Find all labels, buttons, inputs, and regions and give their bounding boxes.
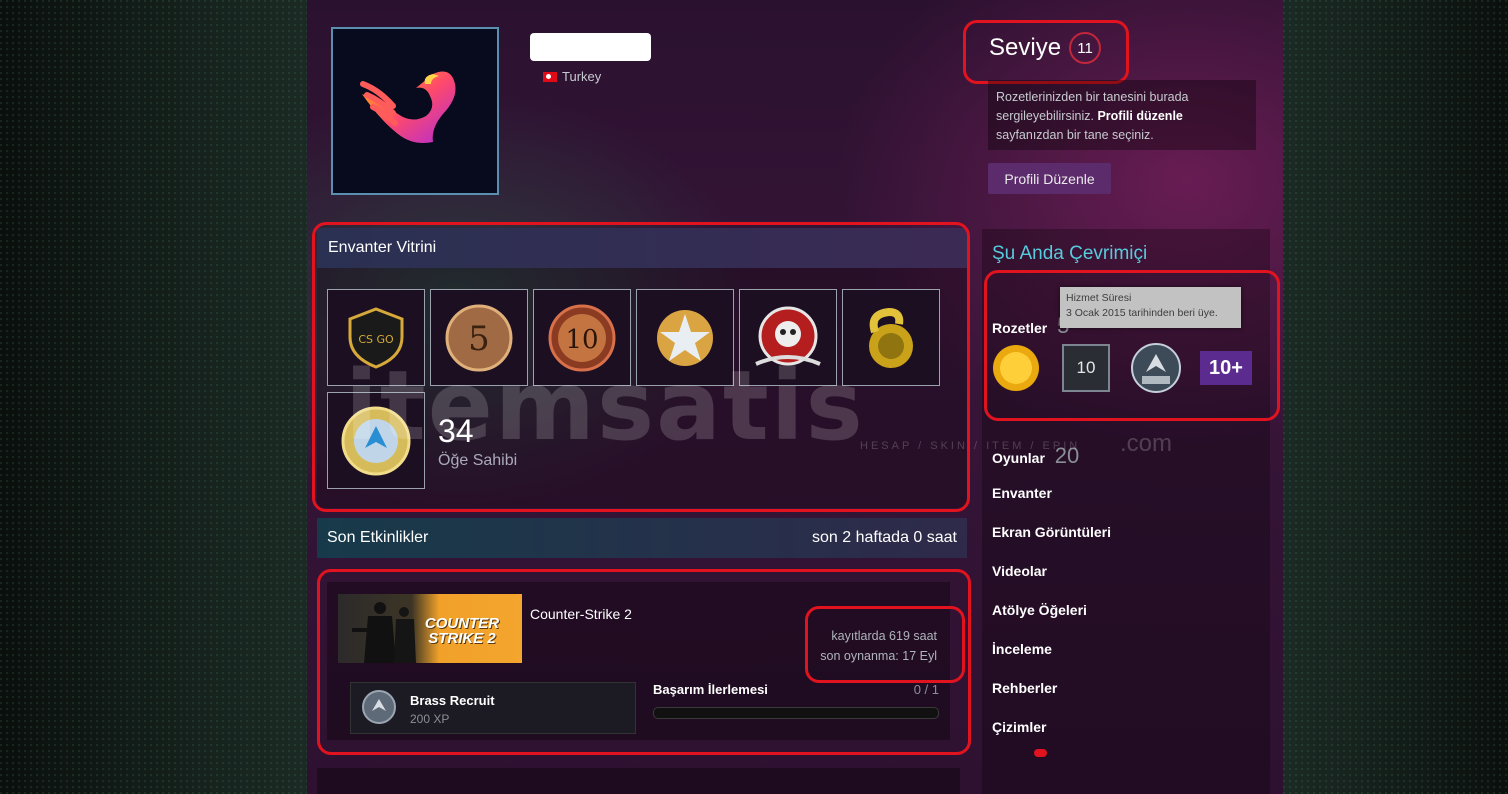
level-display: Seviye 11	[989, 32, 1102, 64]
service-tooltip: Hizmet Süresi 3 Ocak 2015 tarihinden ber…	[1060, 287, 1241, 328]
games-label: Oyunlar	[992, 450, 1045, 466]
gold-coin-badge-icon	[993, 345, 1039, 391]
achievement-progress-bar	[653, 707, 939, 719]
cs2-rank-panel[interactable]: Brass Recruit 200 XP	[350, 682, 636, 734]
sidebar-badge-years[interactable]	[990, 342, 1042, 394]
tooltip-text: 3 Ocak 2015 tarihinden beri üye.	[1066, 307, 1218, 319]
badge-10-icon: 10	[1062, 344, 1110, 392]
game-activity-cs2: COUNTER STRIKE 2 Counter-Strike 2 kayıtl…	[327, 582, 950, 740]
operation-coin-icon	[341, 406, 411, 475]
rank-xp: 200 XP	[410, 712, 450, 726]
next-game-activity-partial	[317, 768, 960, 794]
sidebar-item-inventory[interactable]: Envanter	[992, 485, 1052, 501]
recent-activity-title: Son Etkinlikler	[327, 529, 429, 546]
rank-name: Brass Recruit	[410, 693, 495, 708]
online-status: Şu Anda Çevrimiçi	[992, 243, 1148, 264]
game-name[interactable]: Counter-Strike 2	[530, 606, 632, 622]
showcase-item-skull-pin[interactable]	[739, 289, 837, 386]
red-mark	[1034, 749, 1047, 757]
showcase-title: Envanter Vitrini	[317, 228, 967, 268]
level-badge: 11	[1069, 32, 1102, 64]
brass-recruit-rank-icon	[362, 690, 396, 724]
turkey-flag-icon	[543, 71, 557, 82]
sidebar-badge-csgo[interactable]	[1130, 342, 1182, 394]
svg-text:5: 5	[468, 319, 490, 359]
achievement-count: 0 / 1	[913, 682, 939, 697]
showcase-item-golden-snake[interactable]	[842, 289, 940, 386]
games-count: 20	[1054, 443, 1080, 468]
recent-activity-summary: son 2 haftada 0 saat	[812, 529, 957, 546]
five-year-veteran-coin-icon: 5	[445, 304, 513, 371]
showcase-item-csgo-badge[interactable]: CS GO	[327, 289, 425, 386]
level-label: Seviye	[989, 34, 1062, 61]
star-medal-icon	[657, 309, 713, 366]
achievement-title: Başarım İlerlemesi	[653, 682, 768, 697]
csgo-badge-icon: CS GO	[348, 306, 404, 369]
swan-logo-icon	[360, 71, 456, 143]
sidebar-item-videos[interactable]: Videolar	[992, 563, 1047, 579]
background-right-panel	[1283, 0, 1508, 794]
showcase-item-ten-year-coin[interactable]: 10	[533, 289, 631, 386]
achievement-progress[interactable]: Başarım İlerlemesi 0 / 1	[653, 682, 939, 719]
badge-10plus-icon: 10+	[1200, 351, 1252, 385]
sidebar-item-guides[interactable]: Rehberler	[992, 680, 1057, 696]
sidebar-item-reviews[interactable]: İnceleme	[992, 641, 1052, 657]
showcase-item-five-year-coin[interactable]: 5	[430, 289, 528, 386]
badges-label: Rozetler	[992, 320, 1048, 336]
golden-snake-pin-icon	[869, 307, 913, 368]
showcase-item-star-medal[interactable]	[636, 289, 734, 386]
cs2-capsule-image[interactable]: COUNTER STRIKE 2	[338, 594, 522, 663]
featured-badge-info: Rozetlerinizden bir tanesini burada serg…	[988, 80, 1256, 150]
last-played: son oynanma: 17 Eyl	[820, 649, 937, 663]
background-left-panel	[0, 0, 307, 794]
sidebar-item-artwork[interactable]: Çizimler	[992, 719, 1046, 735]
badges-link[interactable]: Rozetler 5	[992, 313, 1069, 339]
cs2-capsule-text: COUNTER STRIKE 2	[424, 615, 500, 647]
sidebar-item-workshop[interactable]: Atölye Öğeleri	[992, 602, 1087, 618]
ten-year-coin-icon: 10	[548, 304, 616, 371]
sidebar-badge-10[interactable]: 10	[1060, 342, 1112, 394]
country: Turkey	[543, 69, 601, 84]
showcase-item-operation-coin[interactable]	[327, 392, 425, 489]
badge-info-text-end: sayfanızdan bir tane seçiniz.	[996, 128, 1154, 142]
edit-profile-button[interactable]: Profili Düzenle	[988, 163, 1111, 194]
country-label: Turkey	[562, 69, 602, 84]
inventory-count-value: 34	[438, 413, 474, 449]
persona-name-redacted	[530, 33, 651, 61]
game-hours: kayıtlarda 619 saat son oynanma: 17 Eyl	[820, 626, 937, 666]
inventory-count-label: Öğe Sahibi	[438, 452, 518, 469]
svg-text:CS GO: CS GO	[358, 333, 394, 346]
tooltip-title: Hizmet Süresi	[1066, 292, 1132, 304]
svg-text:10: 10	[565, 325, 598, 355]
inventory-count[interactable]: 34 Öğe Sahibi	[438, 413, 517, 470]
games-link[interactable]: Oyunlar 20	[992, 443, 1079, 469]
sidebar-badge-10plus[interactable]: 10+	[1200, 342, 1252, 394]
edit-profile-link[interactable]: Profili düzenle	[1097, 109, 1182, 123]
profile-avatar[interactable]	[331, 27, 499, 195]
recent-activity-header: Son Etkinlikler son 2 haftada 0 saat	[317, 518, 967, 558]
profile-page: Turkey Seviye 11 Rozetlerinizden bir tan…	[307, 0, 1283, 794]
skull-pin-icon	[755, 306, 821, 366]
inventory-showcase: Envanter Vitrini CS GO 5 10 34 Öğe Sahib…	[317, 228, 967, 508]
csgo-service-badge-icon	[1131, 343, 1181, 393]
hours-on-record: kayıtlarda 619 saat	[831, 629, 937, 643]
sidebar-item-screenshots[interactable]: Ekran Görüntüleri	[992, 524, 1111, 540]
